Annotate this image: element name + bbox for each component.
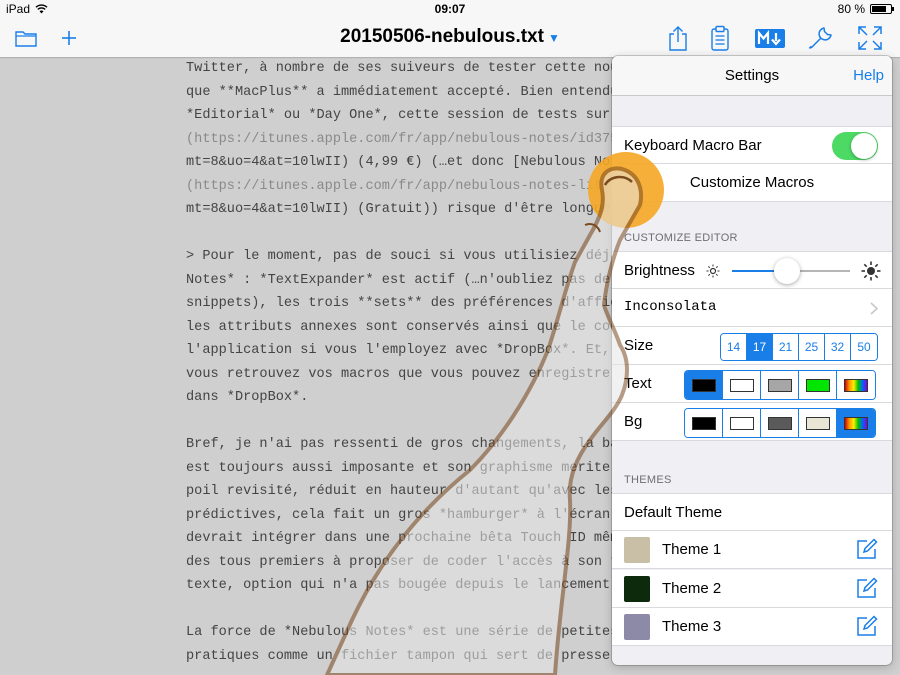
text-color-segmented-control[interactable] [684, 370, 876, 400]
bg-color-label: Bg [624, 413, 643, 430]
text-color-swatch-color [767, 378, 792, 392]
size-option-32[interactable]: 32 [825, 334, 851, 360]
folder-icon [15, 31, 37, 47]
bg-color-swatch-color [767, 416, 792, 430]
font-row[interactable]: Inconsolata [612, 289, 892, 327]
markdown-icon [755, 28, 785, 48]
bg-color-segmented-control[interactable] [684, 408, 876, 438]
battery-icon [870, 4, 894, 14]
text-color-row: Text [612, 365, 892, 403]
markdown-preview-button[interactable] [753, 24, 787, 52]
battery-fill [872, 6, 887, 12]
keyboard-macro-bar-toggle[interactable] [832, 132, 878, 160]
size-option-50[interactable]: 50 [851, 334, 877, 360]
share-button[interactable] [663, 24, 693, 52]
theme-row[interactable]: Theme 1 [612, 531, 892, 569]
expand-icon [858, 26, 882, 50]
theme-thumbnail [624, 537, 650, 563]
bg-color-swatch-color [844, 416, 868, 430]
theme-label: Theme 3 [662, 618, 722, 635]
bg-color-row: Bg [612, 403, 892, 441]
chevron-right-icon [870, 302, 878, 315]
toggle-knob [851, 133, 877, 159]
theme-thumbnail [624, 575, 650, 602]
fullscreen-button[interactable] [855, 24, 885, 52]
popover-header: Settings Help [612, 56, 892, 96]
text-color-swatch-3[interactable] [799, 371, 837, 399]
theme-label: Theme 1 [662, 541, 722, 558]
bg-color-swatch-2[interactable] [761, 409, 799, 437]
text-color-swatch-color [691, 378, 716, 392]
size-option-17[interactable]: 17 [747, 334, 773, 360]
bg-color-swatch-1[interactable] [723, 409, 761, 437]
status-bar: iPad 09:07 80 % [0, 0, 900, 18]
size-row: Size 14 17 21 25 32 50 [612, 327, 892, 365]
edit-icon[interactable] [856, 615, 878, 637]
text-color-swatch-color [805, 378, 830, 392]
text-color-swatch-1[interactable] [723, 371, 761, 399]
size-option-21[interactable]: 21 [773, 334, 799, 360]
size-option-25[interactable]: 25 [799, 334, 825, 360]
customize-macros-label: Customize Macros [689, 174, 815, 191]
folder-button[interactable] [11, 24, 41, 52]
text-color-swatch-4[interactable] [837, 371, 875, 399]
text-color-swatch-0[interactable] [685, 371, 723, 399]
text-color-swatch-color [844, 378, 868, 392]
clipboard-icon [711, 25, 729, 51]
theme-thumbnail [624, 614, 650, 640]
edit-icon[interactable] [856, 538, 878, 560]
document-title[interactable]: 20150506-nebulous.txt [340, 26, 544, 47]
bg-color-swatch-4[interactable] [837, 409, 875, 437]
bg-color-swatch-3[interactable] [799, 409, 837, 437]
brightness-label: Brightness [624, 262, 695, 279]
help-button[interactable]: Help [853, 67, 884, 84]
text-color-swatch-2[interactable] [761, 371, 799, 399]
popover-title: Settings [724, 67, 780, 84]
brightness-row: Brightness [612, 251, 892, 289]
keyboard-macro-bar-label: Keyboard Macro Bar [624, 137, 762, 154]
battery-percent: 80 % [837, 2, 865, 16]
brightness-low-icon [706, 264, 720, 278]
theme-row[interactable]: Theme 2 [612, 569, 892, 608]
edit-icon[interactable] [856, 576, 878, 599]
size-segmented-control[interactable]: 14 17 21 25 32 50 [720, 333, 878, 361]
size-option-14[interactable]: 14 [721, 334, 747, 360]
customize-editor-header: CUSTOMIZE EDITOR [624, 232, 738, 244]
clipboard-button[interactable] [705, 24, 735, 52]
customize-macros-row[interactable]: Customize Macros [612, 164, 892, 202]
bg-color-swatch-color [805, 416, 830, 430]
brightness-slider-thumb[interactable] [774, 258, 801, 284]
bg-color-swatch-color [729, 416, 754, 430]
size-label: Size [624, 337, 654, 354]
themes-header: THEMES [624, 474, 672, 486]
keyboard-macro-bar-row: Keyboard Macro Bar [612, 126, 892, 164]
default-theme-label: Default Theme [624, 504, 723, 521]
default-theme-row[interactable]: Default Theme [612, 493, 892, 531]
plus-icon [62, 31, 76, 45]
font-name: Inconsolata [624, 299, 717, 315]
theme-label: Theme 2 [662, 579, 722, 597]
chevron-down-icon[interactable]: ▼ [548, 31, 560, 45]
add-button[interactable] [54, 24, 84, 52]
status-time: 09:07 [434, 2, 466, 16]
brightness-high-icon [861, 261, 881, 281]
status-right: 80 % [837, 2, 894, 16]
text-color-swatch-color [729, 378, 754, 392]
text-color-label: Text [624, 375, 652, 392]
nav-bar: 20150506-nebulous.txt ▼ [0, 18, 900, 58]
bg-color-swatch-0[interactable] [685, 409, 723, 437]
theme-row[interactable]: Theme 3 [612, 608, 892, 646]
settings-popover: Settings Help Keyboard Macro Bar Customi… [612, 56, 892, 665]
bg-color-swatch-color [691, 416, 716, 430]
share-icon [669, 26, 687, 51]
brightness-slider[interactable] [732, 258, 850, 284]
